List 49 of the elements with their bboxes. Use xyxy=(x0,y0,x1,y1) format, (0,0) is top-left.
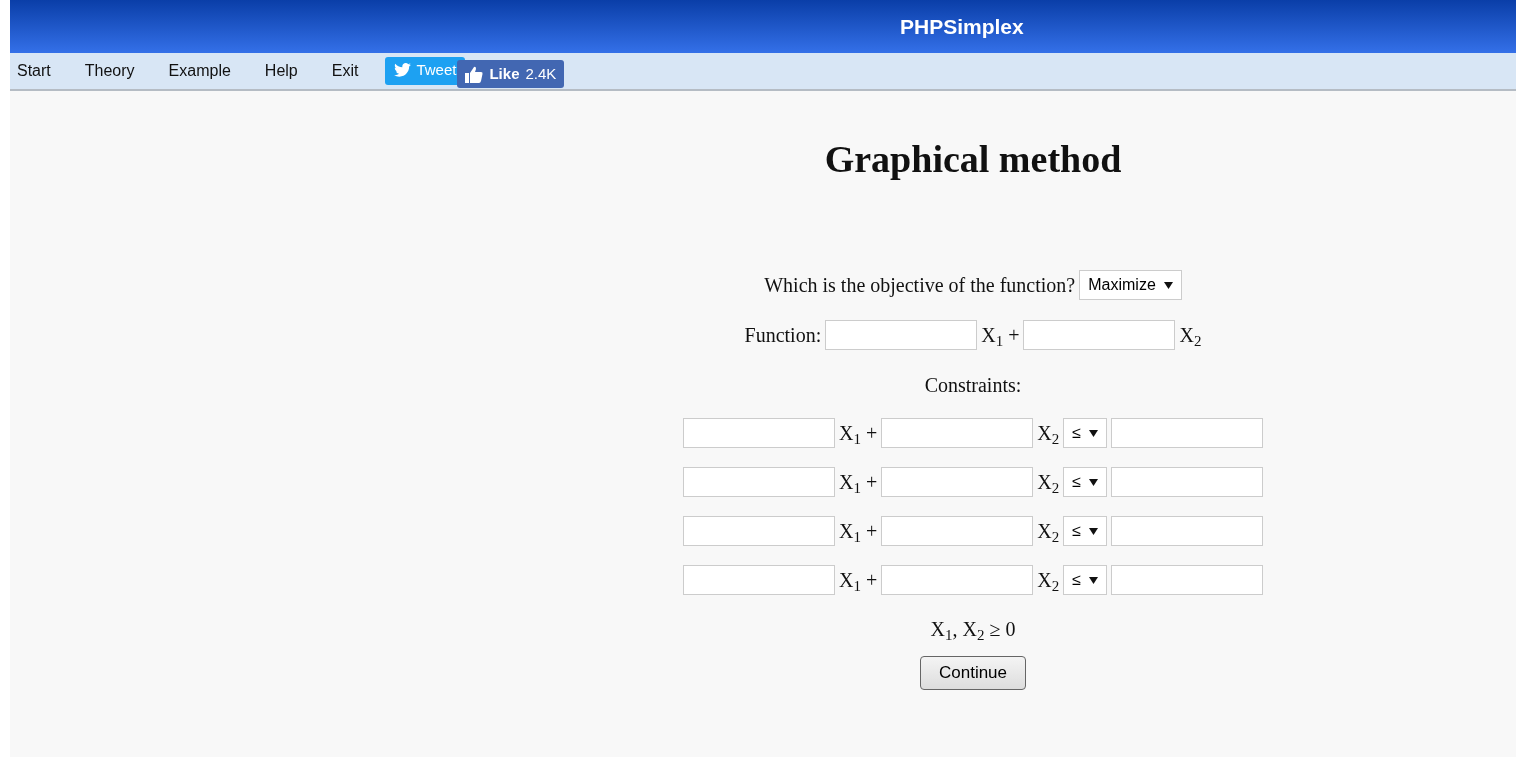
nav-link[interactable]: Example xyxy=(161,59,248,83)
variable-label: X$_{2}$ xyxy=(1179,323,1202,350)
number-field[interactable] xyxy=(881,418,1034,448)
variable-label: X$_{1}$ + xyxy=(839,470,878,497)
number-field[interactable] xyxy=(683,516,835,546)
number-field[interactable] xyxy=(1111,516,1263,546)
dropdown-arrow-icon xyxy=(1163,281,1173,289)
operator-select[interactable]: ≤ xyxy=(1063,565,1107,595)
nav-link[interactable]: Exit xyxy=(324,59,376,83)
bird-icon xyxy=(394,63,412,78)
nav-link[interactable]: Help xyxy=(257,59,315,83)
number-field[interactable] xyxy=(881,467,1034,497)
like-button[interactable]: Like 2.4K xyxy=(457,59,565,89)
nonnegativity-label: X$_{1}$, X$_{2}$ ≥ 0 xyxy=(930,617,1016,644)
variable-label: X$_{1}$ + xyxy=(839,568,878,595)
variable-label: X$_{2}$ xyxy=(1037,470,1060,497)
number-field[interactable] xyxy=(1111,418,1263,448)
variable-label: X$_{2}$ xyxy=(1037,421,1060,448)
variable-label: X$_{1}$ + xyxy=(839,421,878,448)
number-field[interactable] xyxy=(1111,467,1263,497)
number-field[interactable] xyxy=(683,565,835,595)
thumbs-up-icon xyxy=(465,65,484,83)
operator-select[interactable]: ≤ xyxy=(1063,516,1107,546)
objective-question: Which is the objective of the function? xyxy=(764,273,1076,299)
variable-label: X$_{2}$ xyxy=(1037,519,1060,546)
number-field[interactable] xyxy=(881,565,1034,595)
constraints-label: Constraints: xyxy=(924,373,1022,398)
objective-select[interactable]: Maximize xyxy=(1079,270,1182,300)
operator-select[interactable]: ≤ xyxy=(1063,467,1107,497)
nav-link[interactable]: Theory xyxy=(77,59,152,83)
number-field[interactable] xyxy=(1111,565,1263,595)
number-field[interactable] xyxy=(683,418,835,448)
site-title: PHPSimplex xyxy=(900,13,1024,40)
variable-label: X$_{2}$ xyxy=(1037,568,1060,595)
number-field[interactable] xyxy=(881,516,1034,546)
dropdown-arrow-icon xyxy=(1089,576,1098,584)
number-field[interactable] xyxy=(683,467,835,497)
nav-link[interactable]: Start xyxy=(10,59,68,83)
operator-select[interactable]: ≤ xyxy=(1063,418,1107,448)
number-field[interactable] xyxy=(825,320,978,350)
variable-label: X$_{1}$ + xyxy=(981,323,1020,350)
number-field[interactable] xyxy=(1023,320,1176,350)
page-heading: Graphical method xyxy=(824,137,1122,182)
continue-button[interactable]: Continue xyxy=(919,656,1027,690)
function-label: Function: xyxy=(744,323,822,348)
dropdown-arrow-icon xyxy=(1089,527,1098,535)
dropdown-arrow-icon xyxy=(1089,478,1098,486)
variable-label: X$_{1}$ + xyxy=(839,519,878,546)
dropdown-arrow-icon xyxy=(1089,429,1098,437)
